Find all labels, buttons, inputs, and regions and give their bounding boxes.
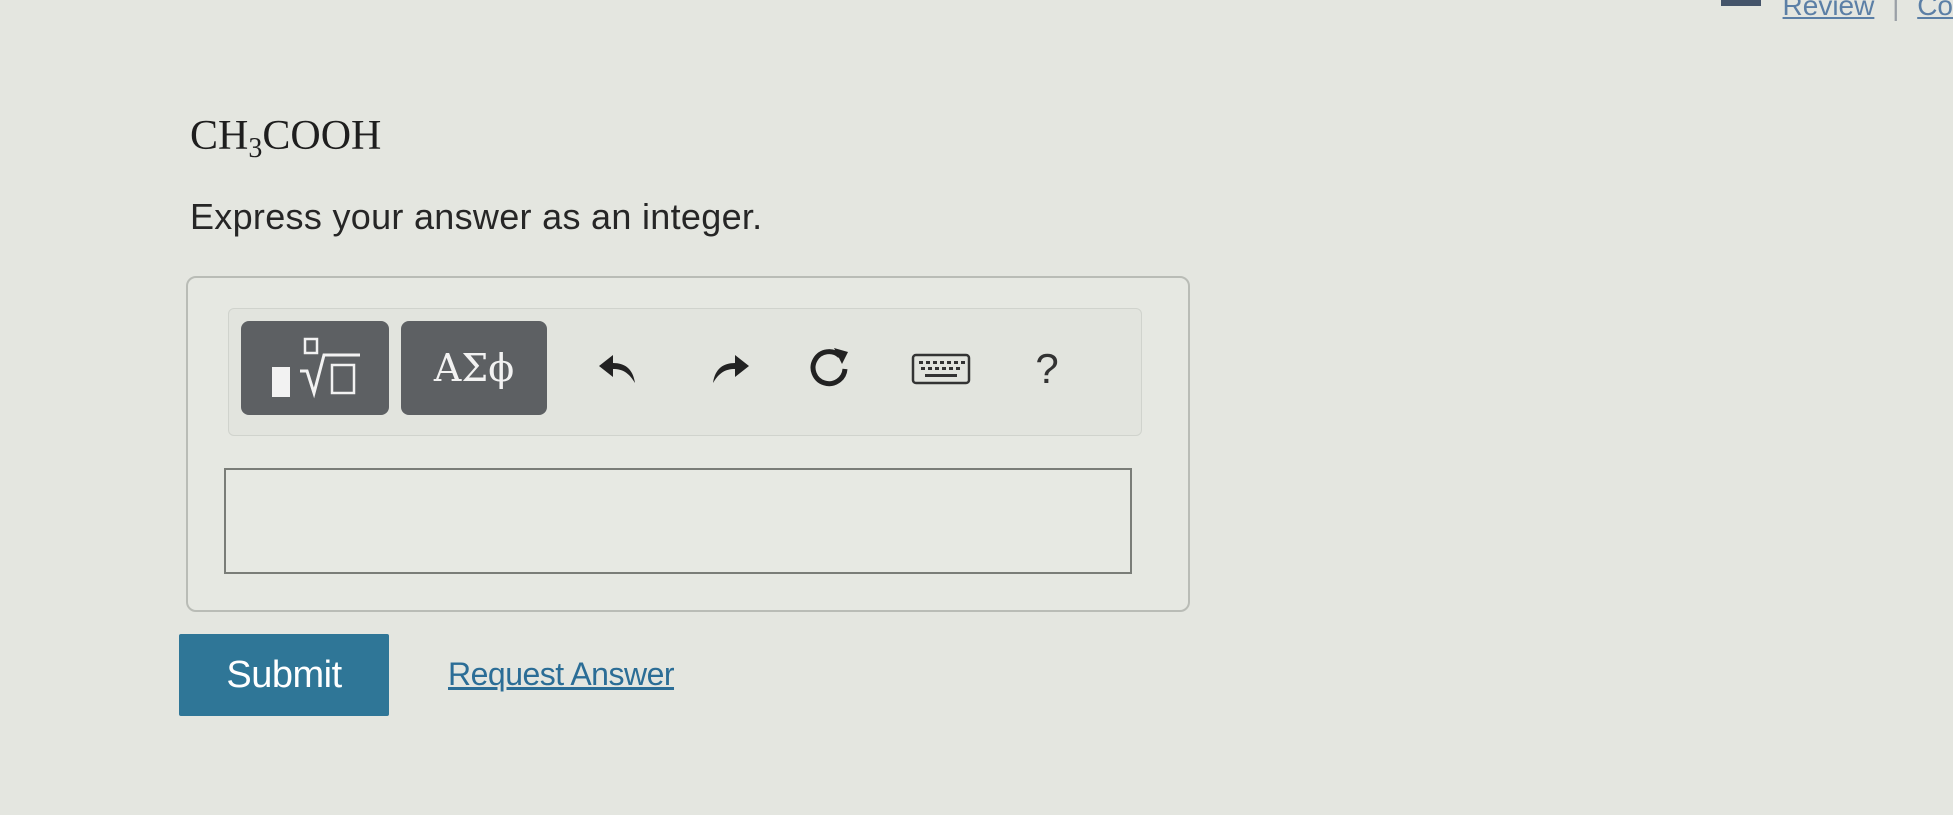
keyboard-button[interactable] <box>909 337 973 401</box>
submit-button[interactable]: Submit <box>179 634 389 716</box>
header-separator: | <box>1892 0 1900 21</box>
constants-link[interactable]: Co <box>1917 0 1953 21</box>
answer-input[interactable] <box>224 468 1132 574</box>
formula-rest: COOH <box>262 113 382 159</box>
templates-button[interactable] <box>241 321 389 415</box>
answer-panel: ΑΣϕ ? <box>186 276 1190 612</box>
help-button[interactable]: ? <box>1015 337 1079 401</box>
greek-symbols-button[interactable]: ΑΣϕ <box>401 321 547 415</box>
templates-radical-icon <box>272 337 360 399</box>
header-links: Review | Co <box>1720 0 1953 22</box>
redo-button[interactable] <box>697 337 761 401</box>
math-toolbar: ΑΣϕ ? <box>228 308 1142 436</box>
redo-icon <box>713 355 749 383</box>
reset-button[interactable] <box>797 337 861 401</box>
request-answer-link[interactable]: Request Answer <box>448 656 675 693</box>
book-icon <box>1720 0 1761 6</box>
formula-main: CH <box>190 113 249 159</box>
keyboard-icon <box>911 353 971 385</box>
answer-instruction: Express your answer as an integer. <box>190 196 763 237</box>
undo-icon <box>599 355 635 383</box>
formula-subscript: 3 <box>248 133 263 164</box>
review-link[interactable]: Review <box>1783 0 1875 21</box>
undo-button[interactable] <box>587 337 651 401</box>
chemical-formula: CH3COOH <box>190 112 381 165</box>
reset-icon <box>810 348 848 387</box>
